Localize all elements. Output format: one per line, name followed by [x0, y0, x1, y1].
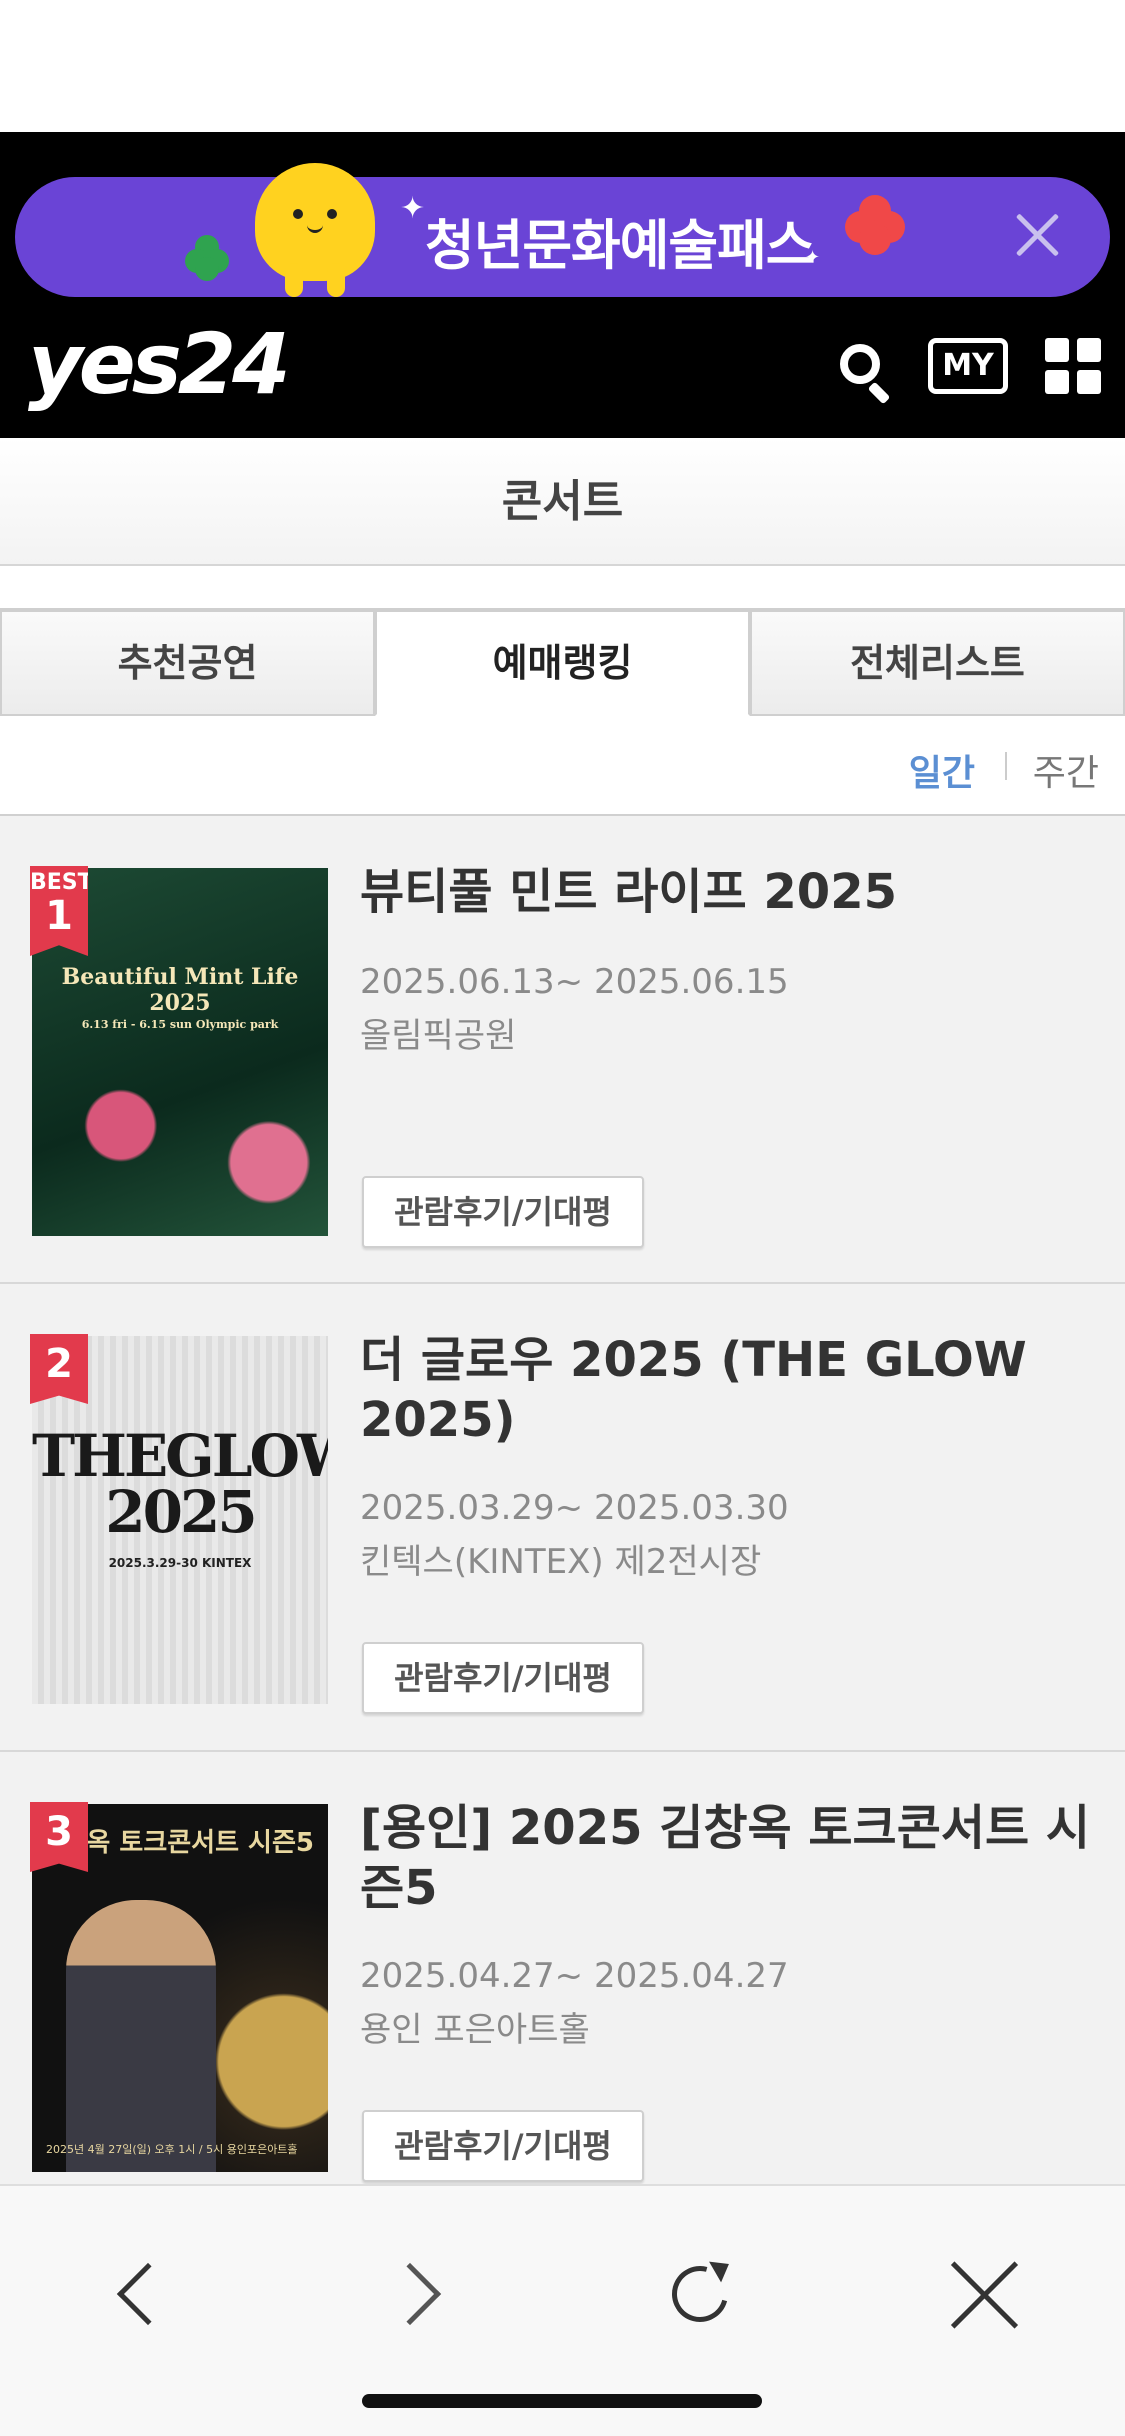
divider: [0, 566, 1125, 610]
item-venue: 용인 포은아트홀: [360, 2010, 590, 2050]
close-icon[interactable]: [944, 2256, 1024, 2336]
home-indicator[interactable]: [362, 2394, 762, 2408]
item-venue: 올림픽공원: [360, 1016, 517, 1056]
rank-badge: 2: [30, 1334, 88, 1404]
category-tabs: 추천공연 예매랭킹 전체리스트: [0, 610, 1125, 716]
flower-icon: [845, 195, 905, 255]
clover-icon: [185, 235, 229, 281]
reload-icon[interactable]: [660, 2253, 740, 2336]
ranking-list: Beautiful Mint Life 2025 6.13 fri - 6.15…: [0, 816, 1125, 2220]
search-icon[interactable]: [838, 342, 898, 405]
review-button[interactable]: 관람후기/기대평: [362, 2110, 644, 2182]
back-icon[interactable]: [100, 2256, 180, 2336]
tab-ranking[interactable]: 예매랭킹: [375, 610, 750, 716]
period-separator: [1005, 752, 1007, 780]
review-button[interactable]: 관람후기/기대평: [362, 1176, 644, 1248]
poster-title: Beautiful Mint Life 2025: [61, 964, 299, 1016]
rank-badge: 3: [30, 1802, 88, 1872]
tab-recommended[interactable]: 추천공연: [0, 610, 375, 716]
list-item[interactable]: Beautiful Mint Life 2025 6.13 fri - 6.15…: [0, 816, 1125, 1284]
mascot-icon: [255, 163, 375, 297]
period-daily-button[interactable]: 일간: [909, 744, 975, 796]
banner-close-icon[interactable]: [1009, 207, 1065, 263]
list-item[interactable]: 김창옥 토크콘서트 시즌5 2025년 4월 27일(일) 오후 1시 / 5시…: [0, 1752, 1125, 2220]
item-title[interactable]: 더 글로우 2025 (THE GLOW 2025): [360, 1330, 1095, 1450]
rank-best-label: BEST: [30, 870, 93, 895]
item-venue: 킨텍스(KINTEX) 제2전시장: [360, 1542, 762, 1582]
poster-info: 2025년 4월 27일(일) 오후 1시 / 5시 용인포은아트홀: [46, 2143, 298, 2156]
period-weekly-button[interactable]: 주간: [1033, 744, 1099, 796]
promo-banner-text: 청년문화예술패스: [425, 214, 815, 277]
yes24-logo[interactable]: yes24: [28, 322, 291, 406]
menu-grid-icon[interactable]: [1045, 338, 1101, 394]
item-date: 2025.06.13~ 2025.06.15: [360, 962, 789, 1002]
item-title[interactable]: [용인] 2025 김창옥 토크콘서트 시즌5: [360, 1798, 1095, 1918]
poster-person: [66, 1900, 216, 2172]
page-title: 콘서트: [0, 438, 1125, 566]
promo-banner[interactable]: ✦ ✦ 청년문화예술패스: [15, 163, 1110, 297]
item-date: 2025.03.29~ 2025.03.30: [360, 1488, 789, 1528]
list-item[interactable]: THEGLOW 2025 2025.3.29-30 KINTEX 2 더 글로우…: [0, 1284, 1125, 1752]
item-date: 2025.04.27~ 2025.04.27: [360, 1956, 789, 1996]
rank-number: 1: [45, 893, 73, 939]
forward-icon[interactable]: [378, 2256, 460, 2336]
poster-subtitle: 6.13 fri - 6.15 sun Olympic park: [81, 1018, 279, 1031]
site-header: ✦ ✦ 청년문화예술패스 yes24 MY: [0, 132, 1125, 438]
my-page-icon[interactable]: MY: [928, 338, 1008, 394]
item-title[interactable]: 뷰티풀 민트 라이프 2025: [360, 862, 1095, 922]
period-filter: 일간 주간: [0, 716, 1125, 816]
review-button[interactable]: 관람후기/기대평: [362, 1642, 644, 1714]
tab-full-list[interactable]: 전체리스트: [750, 610, 1125, 716]
poster-title: THEGLOW 2025: [32, 1422, 328, 1546]
rank-badge: BEST 1: [30, 866, 88, 956]
poster-subtitle: 2025.3.29-30 KINTEX: [108, 1556, 252, 1570]
status-bar-area: [0, 0, 1125, 132]
sparkle-icon: ✦: [400, 191, 426, 226]
